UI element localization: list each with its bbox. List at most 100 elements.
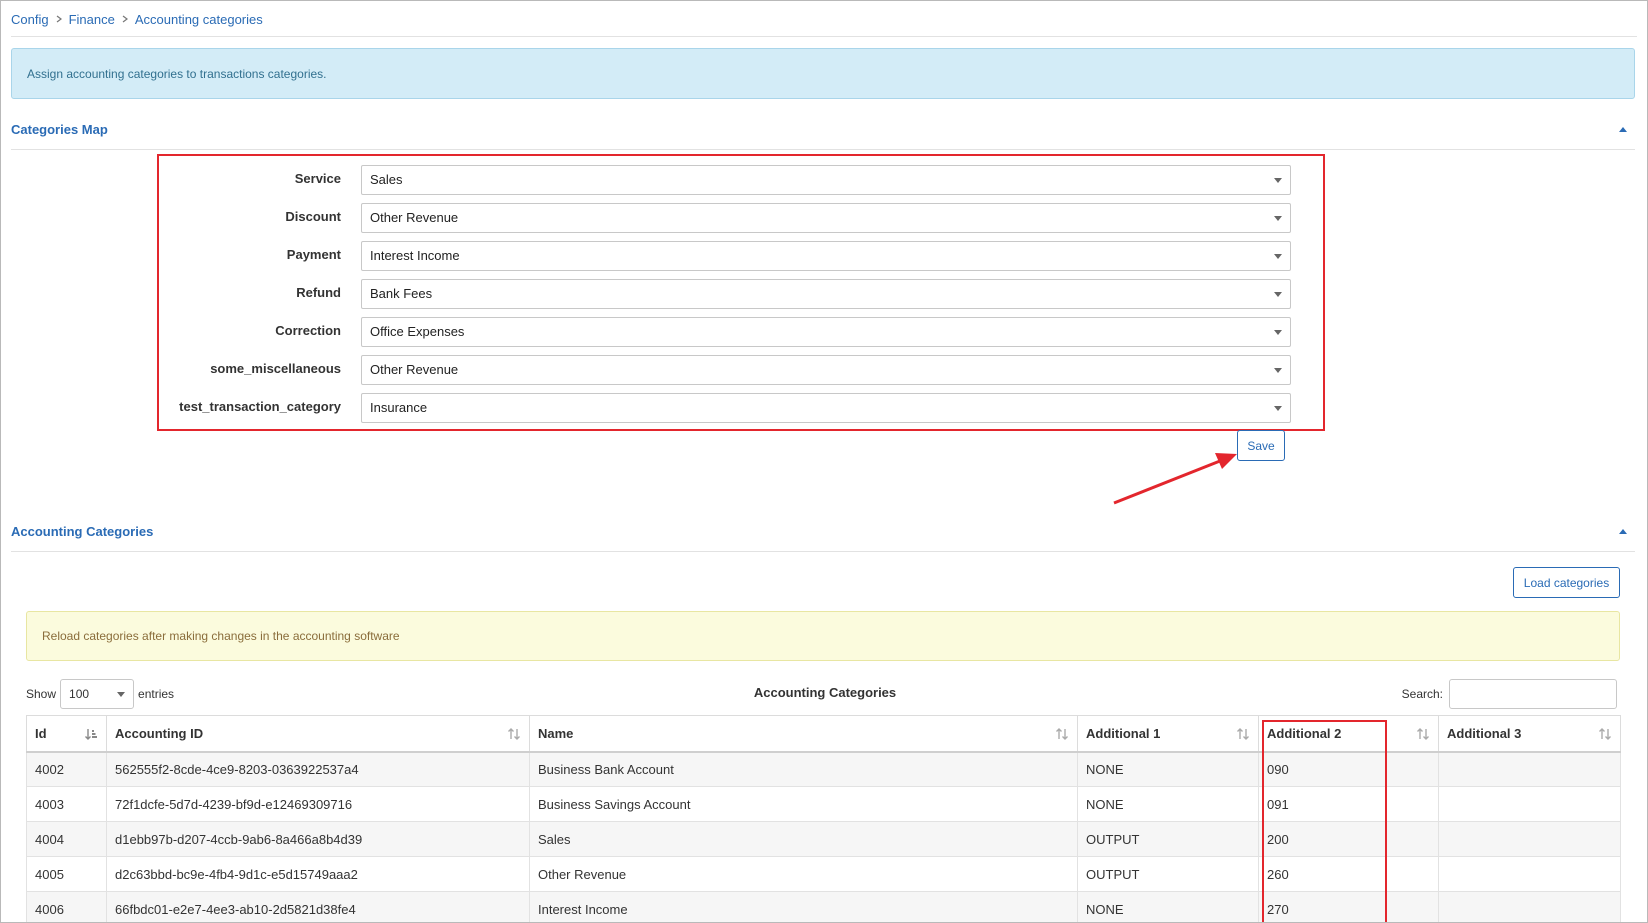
select-value: Other Revenue	[370, 210, 459, 225]
column-header-additional-3[interactable]: Additional 3	[1438, 715, 1621, 753]
load-categories-button[interactable]: Load categories	[1513, 567, 1620, 598]
sort-asc-icon[interactable]	[84, 727, 98, 741]
column-header-name[interactable]: Name	[529, 715, 1078, 753]
map-row-refund: Refund Bank Fees	[151, 279, 1291, 309]
cell-id: 4002	[26, 751, 107, 787]
warning-alert: Reload categories after making changes i…	[26, 611, 1620, 661]
cell-id: 4005	[26, 856, 107, 892]
chevron-right-icon	[119, 13, 131, 25]
cell-accounting-id: d2c63bbd-bc9e-4fb4-9d1c-e5d15749aaa2	[106, 856, 530, 892]
breadcrumb-config[interactable]: Config	[11, 12, 49, 27]
dropdown-caret-icon	[1274, 254, 1282, 259]
chevron-right-icon	[53, 13, 65, 25]
select-value: Other Revenue	[370, 362, 459, 377]
map-row-some-miscellaneous: some_miscellaneous Other Revenue	[151, 355, 1291, 385]
dropdown-caret-icon	[1274, 368, 1282, 373]
accounting-categories-header[interactable]: Accounting Categories	[11, 520, 1635, 542]
column-label: Additional 3	[1447, 725, 1522, 741]
cell-accounting-id: d1ebb97b-d207-4ccb-9ab6-8a466a8b4d39	[106, 821, 530, 857]
sort-icon[interactable]	[507, 727, 521, 741]
sort-icon[interactable]	[1598, 727, 1612, 741]
map-row-correction: Correction Office Expenses	[151, 317, 1291, 347]
cell-accounting-id: 72f1dcfe-5d7d-4239-bf9d-e12469309716	[106, 786, 530, 822]
cell-additional-1: NONE	[1077, 786, 1259, 822]
save-button[interactable]: Save	[1237, 430, 1285, 461]
cell-name: Business Bank Account	[529, 751, 1078, 787]
dropdown-caret-icon	[1274, 330, 1282, 335]
dropdown-caret-icon	[1274, 292, 1282, 297]
divider	[11, 551, 1635, 552]
breadcrumb-accounting-categories[interactable]: Accounting categories	[135, 12, 263, 27]
map-label: Payment	[286, 247, 341, 262]
search-label: Search:	[1401, 687, 1443, 701]
map-label: Service	[294, 171, 341, 186]
cell-additional-1: NONE	[1077, 891, 1259, 922]
search-input[interactable]	[1449, 679, 1617, 709]
map-select-test-transaction-category[interactable]: Insurance	[361, 393, 1291, 423]
cell-additional-3	[1438, 856, 1621, 892]
select-value: Sales	[370, 172, 403, 187]
map-row-discount: Discount Other Revenue	[151, 203, 1291, 233]
sort-icon[interactable]	[1055, 727, 1069, 741]
cell-additional-3	[1438, 891, 1621, 922]
column-header-accounting-id[interactable]: Accounting ID	[106, 715, 530, 753]
cell-name: Other Revenue	[529, 856, 1078, 892]
cell-additional-1: OUTPUT	[1077, 821, 1259, 857]
cell-name: Business Savings Account	[529, 786, 1078, 822]
map-row-payment: Payment Interest Income	[151, 241, 1291, 271]
select-value: Interest Income	[370, 248, 460, 263]
cell-id: 4006	[26, 891, 107, 922]
cell-additional-3	[1438, 786, 1621, 822]
map-select-correction[interactable]: Office Expenses	[361, 317, 1291, 347]
column-label: Name	[538, 725, 574, 741]
cell-additional-1: NONE	[1077, 751, 1259, 787]
breadcrumb: Config Finance Accounting categories	[11, 9, 263, 29]
dropdown-caret-icon	[1274, 178, 1282, 183]
map-select-service[interactable]: Sales	[361, 165, 1291, 195]
select-value: Insurance	[370, 400, 428, 415]
collapse-caret-icon[interactable]	[1619, 528, 1627, 534]
info-alert: Assign accounting categories to transact…	[11, 48, 1635, 99]
cell-accounting-id: 562555f2-8cde-4ce9-8203-0363922537a4	[106, 751, 530, 787]
cell-additional-3	[1438, 751, 1621, 787]
column-label: Accounting ID	[115, 725, 204, 741]
cell-accounting-id: 66fbdc01-e2e7-4ee3-ab10-2d5821d38fe4	[106, 891, 530, 922]
dropdown-caret-icon	[1274, 216, 1282, 221]
column-header-additional-1[interactable]: Additional 1	[1077, 715, 1259, 753]
dropdown-caret-icon	[1274, 406, 1282, 411]
map-label: some_miscellaneous	[210, 361, 341, 376]
section-title-accounting-categories: Accounting Categories	[11, 523, 154, 539]
map-row-test-transaction-category: test_transaction_category Insurance	[151, 393, 1291, 423]
cell-id: 4003	[26, 786, 107, 822]
sort-icon[interactable]	[1236, 727, 1250, 741]
select-value: Bank Fees	[370, 286, 433, 301]
map-label: Refund	[296, 285, 341, 300]
map-select-payment[interactable]: Interest Income	[361, 241, 1291, 271]
breadcrumb-finance[interactable]: Finance	[69, 12, 115, 27]
sort-icon[interactable]	[1416, 727, 1430, 741]
select-value: Office Expenses	[370, 324, 465, 339]
map-label: Discount	[285, 209, 341, 224]
column-label: Additional 1	[1086, 725, 1161, 741]
column-header-id[interactable]: Id	[26, 715, 107, 753]
collapse-caret-icon[interactable]	[1619, 126, 1627, 132]
map-select-some-miscellaneous[interactable]: Other Revenue	[361, 355, 1291, 385]
cell-id: 4004	[26, 821, 107, 857]
categories-map-header[interactable]: Categories Map	[11, 118, 1635, 140]
cell-additional-1: OUTPUT	[1077, 856, 1259, 892]
map-label: Correction	[275, 323, 341, 338]
map-label: test_transaction_category	[179, 399, 341, 414]
table-search: Search:	[1402, 679, 1617, 709]
page-frame: Config Finance Accounting categories Ass…	[0, 0, 1648, 923]
cell-name: Sales	[529, 821, 1078, 857]
section-title-categories-map: Categories Map	[11, 121, 108, 137]
annotation-highlight-box	[1262, 720, 1387, 922]
map-select-discount[interactable]: Other Revenue	[361, 203, 1291, 233]
divider	[11, 149, 1635, 150]
cell-name: Interest Income	[529, 891, 1078, 922]
map-select-refund[interactable]: Bank Fees	[361, 279, 1291, 309]
column-label: Id	[35, 725, 47, 741]
cell-additional-3	[1438, 821, 1621, 857]
divider	[11, 36, 1637, 37]
map-row-service: Service Sales	[151, 165, 1291, 195]
